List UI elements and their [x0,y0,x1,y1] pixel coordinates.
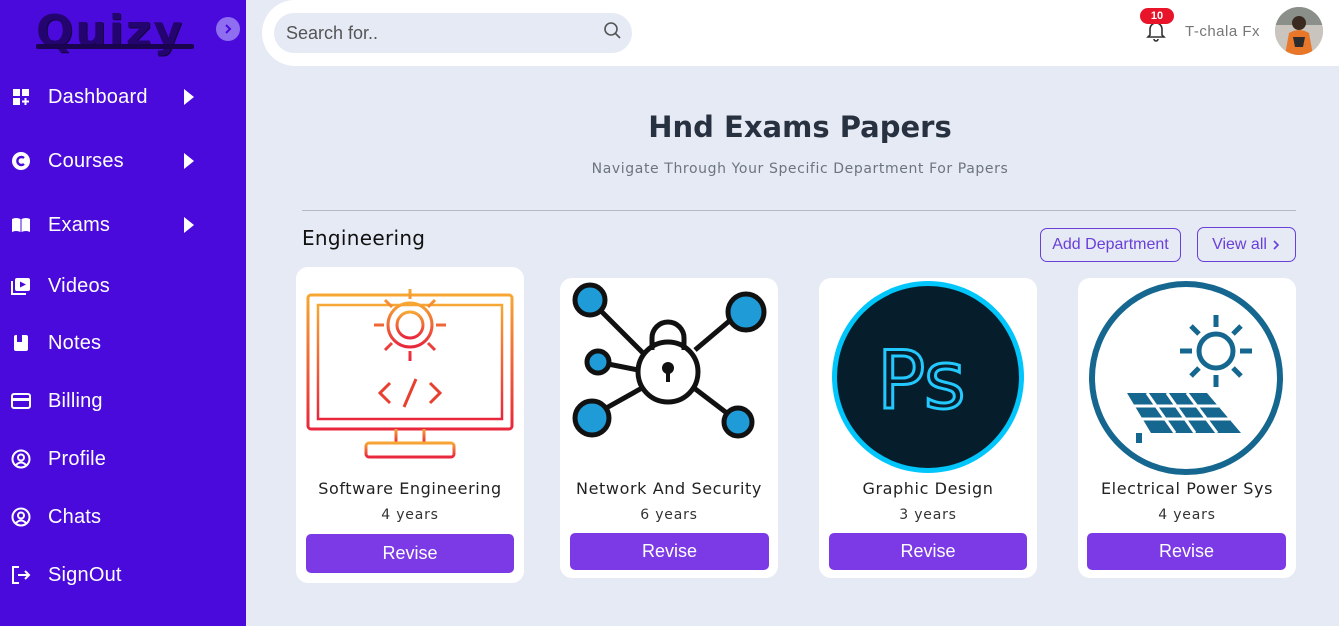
department-card-network-security: Network And Security 6 years Revise [560,278,778,578]
chevron-right-icon [225,24,232,34]
sidebar-item-label: Courses [48,149,124,172]
svg-text:Ps: Ps [877,334,966,427]
search-bar [274,13,632,53]
username[interactable]: T-chala Fx [1185,23,1260,40]
department-card-software-engineering: Software Engineering 4 years Revise [296,267,524,583]
card-years: 6 years [640,507,698,523]
add-department-button[interactable]: Add Department [1040,228,1181,262]
revise-label: Revise [382,543,438,563]
user-circle-icon [11,449,31,469]
sidebar-item-videos[interactable]: Videos [0,266,246,306]
page-subtitle: Navigate Through Your Specific Departmen… [591,161,1009,177]
add-department-label: Add Department [1052,236,1169,253]
dashboard-icon [11,87,31,107]
caret-right-icon [184,89,194,105]
revise-label: Revise [641,541,698,561]
caret-right-icon [184,217,194,233]
notes-icon [11,333,31,353]
sidebar-item-label: Notes [48,331,102,354]
card-title: Electrical Power Sys [1100,479,1274,498]
revise-button[interactable]: Revise [1087,533,1286,570]
view-all-label: View all [1212,235,1267,253]
user-circle-icon [11,507,31,527]
video-icon [11,276,31,296]
sidebar-item-dashboard[interactable]: Dashboard [0,77,246,117]
solar-panel-icon [1089,281,1283,475]
sidebar-item-exams[interactable]: Exams [0,205,246,245]
network-lock-icon [572,282,767,439]
sidebar-item-chats[interactable]: Chats [0,497,246,537]
sidebar-item-label: Billing [48,389,103,412]
card-title: Software Engineering [318,479,502,498]
courses-icon [11,151,31,171]
sidebar: Quizy Dashboard Courses Exams Videos Not… [0,0,246,626]
sidebar-item-label: Dashboard [48,85,148,108]
sidebar-item-billing[interactable]: Billing [0,381,246,421]
sign-out-icon [11,565,31,585]
card-title: Graphic Design [862,479,994,498]
credit-card-icon [11,391,31,411]
department-card-graphic-design: Ps Graphic Design 3 years Revise [819,278,1037,578]
book-icon [11,215,31,235]
card-title: Network And Security [576,479,762,498]
revise-label: Revise [1158,541,1215,561]
card-years: 3 years [899,507,957,523]
department-card-electrical-power: Electrical Power Sys 4 years Revise [1078,278,1296,578]
search-icon[interactable] [603,21,623,41]
avatar[interactable] [1275,7,1323,55]
revise-button[interactable]: Revise [570,533,769,570]
card-years: 4 years [381,507,439,523]
notification-badge: 10 [1140,8,1174,24]
monitor-gear-code-icon [306,289,514,459]
sidebar-item-label: SignOut [48,563,122,586]
section-title: Engineering [302,226,426,250]
view-all-button[interactable]: View all [1197,227,1296,262]
sidebar-item-label: Videos [48,274,110,297]
caret-right-icon [184,153,194,169]
logo-underline [36,44,194,49]
revise-button[interactable]: Revise [829,533,1027,570]
revise-button[interactable]: Revise [306,534,514,573]
sidebar-item-label: Profile [48,447,107,470]
sidebar-item-signout[interactable]: SignOut [0,555,246,595]
collapse-sidebar-button[interactable] [216,17,240,41]
page-title: Hnd Exams Papers [648,110,952,144]
card-years: 4 years [1158,507,1216,523]
sidebar-item-label: Chats [48,505,102,528]
sidebar-item-notes[interactable]: Notes [0,323,246,363]
sidebar-item-profile[interactable]: Profile [0,439,246,479]
logo: Quizy [36,6,185,57]
photoshop-icon: Ps [832,281,1024,473]
search-input[interactable] [286,13,586,53]
sidebar-item-label: Exams [48,213,111,236]
divider [302,210,1296,211]
revise-label: Revise [900,541,956,561]
chevron-right-icon [1273,239,1280,250]
sidebar-item-courses[interactable]: Courses [0,141,246,181]
